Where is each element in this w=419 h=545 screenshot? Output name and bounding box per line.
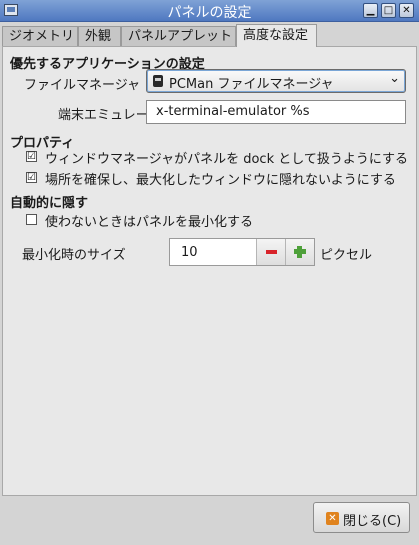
maximize-button[interactable]: □ <box>381 3 396 18</box>
title-bar[interactable]: パネルの設定 ▁ □ ✕ <box>0 0 419 22</box>
file-manager-value: PCMan ファイルマネージャ <box>169 77 334 92</box>
minus-icon <box>266 250 277 254</box>
decrement-button[interactable] <box>256 239 285 265</box>
close-icon: ✕ <box>326 512 339 525</box>
check-icon: ☑ <box>27 172 36 183</box>
autohide-label: 使わないときはパネルを最小化する <box>45 215 254 230</box>
autohide-checkbox[interactable] <box>26 214 37 225</box>
reserve-space-label: 場所を確保し、最大化したウィンドウに隠れないようにする <box>45 173 396 188</box>
tab-advanced[interactable]: 高度な設定 <box>236 24 317 47</box>
minimized-size-stepper[interactable] <box>169 238 315 266</box>
tab-appearance[interactable]: 外観 <box>78 26 121 46</box>
close-window-button[interactable]: ✕ <box>399 3 414 18</box>
close-button[interactable]: ✕ 閉じる(C) <box>313 502 410 533</box>
minimize-button[interactable]: ▁ <box>363 3 378 18</box>
chevron-down-icon: ⌄ <box>389 71 400 86</box>
pixel-unit-label: ピクセル <box>320 248 373 263</box>
dock-label: ウィンドウマネージャがパネルを dock として扱うようにする <box>45 152 408 167</box>
check-icon: ☑ <box>27 151 36 162</box>
close-button-label: 閉じる(C) <box>343 514 402 529</box>
autohide-heading: 自動的に隠す <box>10 196 89 211</box>
minimized-size-input[interactable] <box>181 245 251 260</box>
window-title: パネルの設定 <box>167 5 252 21</box>
terminal-field[interactable] <box>146 100 406 124</box>
minimized-size-label: 最小化時のサイズ <box>22 248 126 263</box>
increment-button[interactable] <box>285 239 314 265</box>
terminal-input[interactable] <box>156 104 396 119</box>
file-manager-icon <box>153 75 163 87</box>
reserve-space-checkbox[interactable]: ☑ <box>26 172 37 183</box>
file-manager-label: ファイルマネージャ <box>24 78 141 93</box>
dock-checkbox[interactable]: ☑ <box>26 151 37 162</box>
tab-panel-applets[interactable]: パネルアプレット <box>121 26 236 46</box>
file-manager-select[interactable]: PCMan ファイルマネージャ ⌄ <box>146 69 406 93</box>
tab-geometry[interactable]: ジオメトリ <box>2 26 78 46</box>
